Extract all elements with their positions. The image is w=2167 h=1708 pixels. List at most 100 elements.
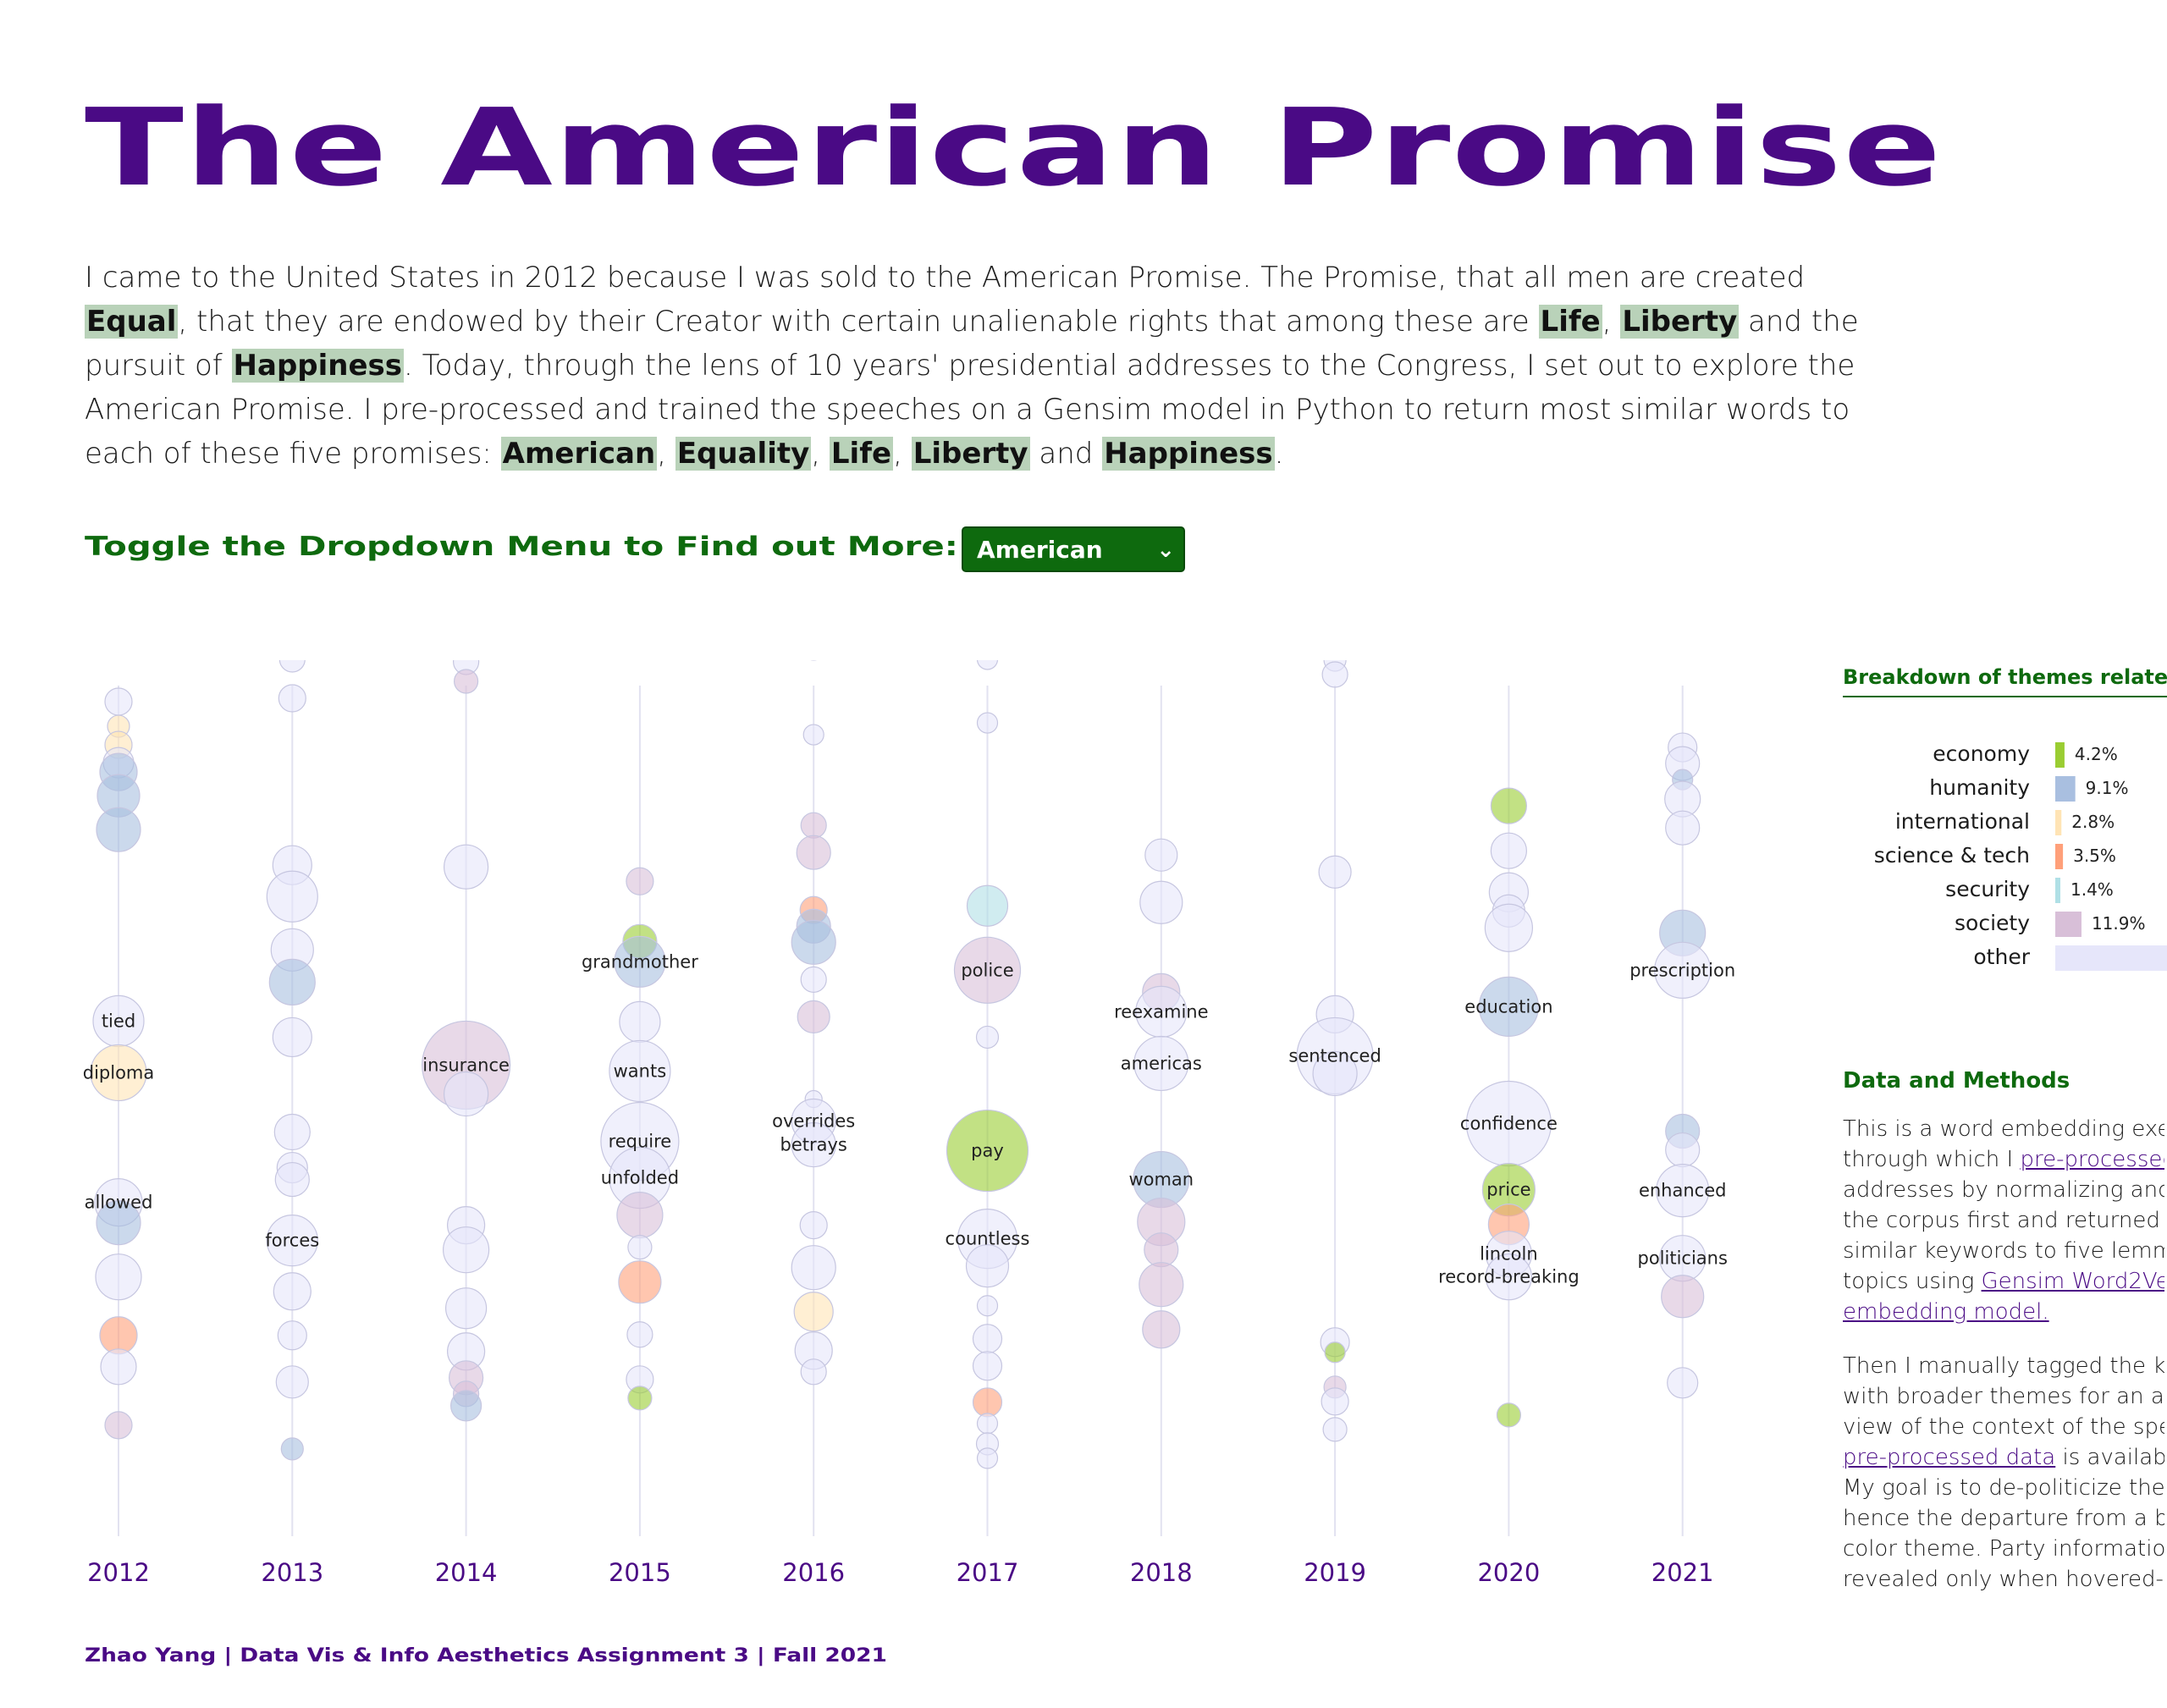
footer-credit: Zhao Yang | Data Vis & Info Aesthetics A… <box>85 1645 887 1667</box>
word-bubble <box>1661 1275 1705 1319</box>
theme-label: humanity <box>1929 775 2030 800</box>
word-bubble <box>1321 661 1348 688</box>
word-bubble <box>966 884 1009 927</box>
bubble-label: overrides <box>772 1111 855 1132</box>
bubble-label: grandmother <box>582 951 698 972</box>
keyword-highlight: American <box>500 437 658 471</box>
bubble-label: pay <box>971 1141 1004 1161</box>
word-bubble <box>802 724 824 746</box>
data-methods-paragraph-1: This is a word embedding exerc through wh… <box>1843 1114 2164 1327</box>
theme-label: international <box>1895 809 2030 834</box>
word-bubble <box>95 1253 142 1301</box>
word-bubble <box>104 1411 133 1440</box>
word-bubble <box>1490 787 1528 824</box>
word-bubble <box>273 1272 312 1311</box>
bubble-label: prescription <box>1629 960 1735 980</box>
year-tick-label: 2012 <box>87 1558 150 1587</box>
word-bubble <box>278 660 306 673</box>
intro-text: , <box>657 437 675 471</box>
methods-text: through which I <box>1843 1147 2021 1172</box>
theme-value-label: 3.5% <box>2073 846 2116 866</box>
word-bubble <box>277 1320 307 1351</box>
promise-dropdown[interactable]: American ⌄ <box>962 526 1185 572</box>
bubble-label: allowed <box>85 1193 153 1213</box>
word-bubble <box>797 1000 830 1033</box>
word-bubble <box>1496 1402 1522 1428</box>
bubble-label: countless <box>946 1229 1030 1249</box>
intro-text: . <box>1274 437 1284 471</box>
methods-text: similar keywords to five lemmati <box>1843 1238 2164 1264</box>
data-methods-title: Data and Methods <box>1843 1068 2071 1094</box>
bubble-label: price <box>1486 1180 1530 1200</box>
word-bubble <box>793 1292 834 1332</box>
dropdown-selected-value: American <box>977 535 1103 564</box>
word-bubble <box>99 1316 138 1355</box>
methods-text: addresses by normalizing and to <box>1843 1177 2164 1203</box>
theme-label: society <box>1955 911 2030 935</box>
word-bubble <box>791 919 836 965</box>
word-bubble <box>1139 1262 1184 1308</box>
keyword-highlight: Happiness <box>1102 437 1275 471</box>
word-bubble <box>791 1245 836 1291</box>
word-bubble <box>1144 1232 1179 1268</box>
methods-text: topics using <box>1843 1269 1982 1294</box>
intro-text: I came to the United States in 2012 beca… <box>85 261 1806 295</box>
keyword-highlight: Life <box>1538 305 1602 339</box>
intro-paragraph: I came to the United States in 2012 beca… <box>85 256 1905 476</box>
bubble-label: record-breaking <box>1438 1267 1580 1287</box>
word-bubble <box>280 1437 304 1461</box>
bubble-label: betrays <box>780 1135 847 1155</box>
word-bubble <box>1321 1387 1349 1416</box>
word-bubble <box>972 1387 1003 1418</box>
bubble-label: insurance <box>422 1055 510 1075</box>
methods-text: with broader themes for an agg <box>1843 1384 2164 1409</box>
word-bubble <box>627 1235 653 1260</box>
theme-bar <box>2055 742 2065 768</box>
bubble-label: lincoln <box>1480 1244 1538 1264</box>
intro-text: and <box>1029 437 1103 471</box>
bubble-label: require <box>609 1132 672 1152</box>
theme-bar <box>2055 776 2076 802</box>
word-bubble <box>976 1295 999 1317</box>
pre-processed-data-link[interactable]: pre-processed data <box>1843 1445 2055 1470</box>
pre-processed-link[interactable]: pre-processed <box>2020 1147 2164 1172</box>
word-bubble <box>800 812 827 839</box>
bubble-chart: tied diploma allowed forces insurance grandmo… <box>83 660 1735 1587</box>
theme-bar <box>2055 945 2167 971</box>
word-bubble <box>626 867 654 895</box>
word-bubble <box>96 807 141 852</box>
word-bubble <box>1318 855 1352 889</box>
year-tick-label: 2020 <box>1477 1558 1540 1587</box>
methods-text: Then I manually tagged the keyw <box>1843 1353 2164 1379</box>
theme-bar <box>2055 878 2060 903</box>
theme-value-label: 9.1% <box>2086 778 2129 798</box>
theme-breakdown-chart: economy 4.2% humanity 9.1% international 2.8%… <box>1874 741 2167 971</box>
bubble-label: tied <box>102 1011 135 1031</box>
theme-bar <box>2055 844 2064 869</box>
word-bubble <box>453 669 479 694</box>
theme-bar <box>2055 912 2082 937</box>
methods-text: color theme. Party information i <box>1843 1536 2164 1562</box>
methods-text: the corpus first and returned to <box>1843 1208 2164 1233</box>
theme-label: science & tech <box>1874 843 2030 868</box>
bubble-label: enhanced <box>1639 1181 1727 1201</box>
theme-label: security <box>1945 877 2030 901</box>
year-tick-label: 2017 <box>957 1558 1019 1587</box>
embedding-model-link[interactable]: embedding model. <box>1843 1299 2049 1325</box>
gensim-link[interactable]: Gensim Word2Vec <box>1982 1269 2164 1294</box>
word-bubble <box>268 958 316 1006</box>
word-bubble <box>800 1358 827 1386</box>
year-tick-label: 2015 <box>609 1558 671 1587</box>
bubble-label: reexamine <box>1114 1001 1208 1022</box>
word-bubble <box>1322 1417 1348 1442</box>
bubble-label: diploma <box>83 1062 155 1083</box>
keyword-highlight: Liberty <box>911 437 1030 471</box>
bubble-label: politicians <box>1637 1248 1727 1269</box>
word-bubble <box>274 1161 310 1198</box>
word-bubble <box>266 870 318 923</box>
keyword-highlight: Liberty <box>1620 305 1740 339</box>
methods-text: view of the context of the speec <box>1843 1414 2164 1440</box>
theme-value-label: 1.4% <box>2071 879 2114 900</box>
bubble-label: confidence <box>1460 1114 1558 1134</box>
methods-text: This is a word embedding exerc <box>1843 1116 2164 1142</box>
